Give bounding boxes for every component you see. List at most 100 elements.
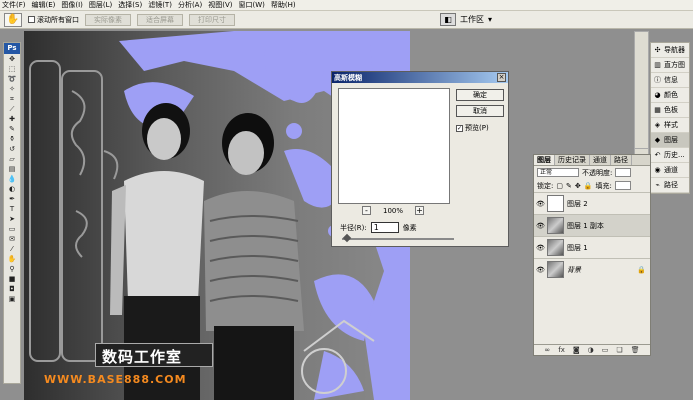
link-icon[interactable]: ∞ xyxy=(544,346,550,354)
clone-stamp-icon[interactable]: ⚱ xyxy=(4,134,20,144)
magic-wand-icon[interactable]: ✧ xyxy=(4,84,20,94)
notes-tool-icon[interactable]: ✉ xyxy=(4,234,20,244)
panel-info[interactable]: ⓘ 信息 xyxy=(651,73,689,88)
menu-file[interactable]: 文件(F) xyxy=(2,0,26,10)
tab-layers[interactable]: 图层 xyxy=(534,155,555,165)
pen-tool-icon[interactable]: ✒ xyxy=(4,194,20,204)
screen-mode-icon[interactable]: ▣ xyxy=(4,294,20,304)
tab-paths[interactable]: 路径 xyxy=(611,155,632,165)
eye-icon[interactable]: 👁 xyxy=(536,200,545,208)
styles-icon: ◈ xyxy=(654,120,661,129)
menu-view[interactable]: 视图(V) xyxy=(208,0,232,10)
radius-slider[interactable] xyxy=(342,233,454,243)
checkbox-box[interactable] xyxy=(28,16,35,23)
fx-icon[interactable]: fx xyxy=(558,346,565,354)
dialog-title-bar[interactable]: 高斯模糊 × xyxy=(332,72,508,83)
print-size-button[interactable]: 打印尺寸 xyxy=(189,13,235,26)
panel-navigator[interactable]: ✣ 导航器 xyxy=(651,43,689,58)
brush-tool-icon[interactable]: ✎ xyxy=(4,124,20,134)
lock-label: 锁定: xyxy=(537,181,554,190)
lock-move-icon[interactable]: ✥ xyxy=(575,182,581,190)
move-tool-icon[interactable]: ✥ xyxy=(4,54,20,64)
tool-preset-picker[interactable]: ✋ xyxy=(4,12,22,27)
tab-history[interactable]: 历史记录 xyxy=(555,155,590,165)
lock-pixels-icon[interactable]: ▢ xyxy=(556,182,563,190)
options-bar: ✋ 滚动所有窗口 实际像素 适合屏幕 打印尺寸 xyxy=(0,11,693,29)
menu-filter[interactable]: 滤镜(T) xyxy=(148,0,172,10)
collapsed-panel-strip[interactable] xyxy=(634,31,649,151)
folder-icon[interactable]: ▭ xyxy=(602,346,609,354)
opacity-input[interactable] xyxy=(615,168,632,177)
toolbox: Ps ✥ ⬚ ➰ ✧ ⌗ ⟋ ✚ ✎ ⚱ ↺ ▱ ▤ 💧 ◐ ✒ T ➤ ▭ ✉… xyxy=(3,42,21,384)
panel-label: 图层 xyxy=(664,136,678,144)
panel-history[interactable]: ↶ 历史... xyxy=(651,148,689,163)
slider-handle[interactable] xyxy=(342,233,352,243)
checkmark-icon[interactable]: ✓ xyxy=(456,124,463,132)
filter-preview[interactable] xyxy=(338,88,450,204)
tab-channels[interactable]: 通道 xyxy=(590,155,611,165)
panel-paths[interactable]: ⌁ 路径 xyxy=(651,178,689,193)
blend-mode-select[interactable]: 正常 xyxy=(537,168,579,177)
path-select-icon[interactable]: ➤ xyxy=(4,214,20,224)
layer-row[interactable]: 👁 图层 1 副本 xyxy=(534,214,650,236)
close-icon[interactable]: × xyxy=(497,73,506,82)
layer-row[interactable]: 👁 图层 2 xyxy=(534,192,650,214)
fill-input[interactable] xyxy=(614,181,631,190)
fit-screen-button[interactable]: 适合屏幕 xyxy=(137,13,183,26)
zoom-tool-icon[interactable]: ⚲ xyxy=(4,264,20,274)
panel-label: 路径 xyxy=(664,181,678,189)
shape-tool-icon[interactable]: ▭ xyxy=(4,224,20,234)
menu-help[interactable]: 帮助(H) xyxy=(271,0,296,10)
healing-brush-icon[interactable]: ✚ xyxy=(4,114,20,124)
panel-styles[interactable]: ◈ 样式 xyxy=(651,118,689,133)
ok-button[interactable]: 确定 xyxy=(456,89,504,101)
cancel-button[interactable]: 取消 xyxy=(456,105,504,117)
quick-mask-icon[interactable]: ◘ xyxy=(4,284,20,294)
gradient-tool-icon[interactable]: ▤ xyxy=(4,164,20,174)
workspace-switcher[interactable]: ◧ 工作区 ▾ xyxy=(440,13,492,26)
eyedropper-icon[interactable]: ⁄ xyxy=(4,244,20,254)
crop-tool-icon[interactable]: ⌗ xyxy=(4,94,20,104)
eye-icon[interactable]: 👁 xyxy=(536,266,545,274)
slice-tool-icon[interactable]: ⟋ xyxy=(4,104,20,114)
eye-icon[interactable]: 👁 xyxy=(536,222,545,230)
eraser-tool-icon[interactable]: ▱ xyxy=(4,154,20,164)
fill-label: 填充: xyxy=(595,181,612,190)
menu-image[interactable]: 图像(I) xyxy=(61,0,83,10)
trash-icon[interactable]: 🗑 xyxy=(631,346,640,354)
eye-icon[interactable]: 👁 xyxy=(536,244,545,252)
menu-select[interactable]: 选择(S) xyxy=(118,0,142,10)
color-icon: ◕ xyxy=(654,90,661,99)
mask-icon[interactable]: ◙ xyxy=(573,346,580,354)
hand-tool-icon[interactable]: ✋ xyxy=(4,254,20,264)
panel-color[interactable]: ◕ 颜色 xyxy=(651,88,689,103)
menu-analysis[interactable]: 分析(A) xyxy=(178,0,202,10)
menu-edit[interactable]: 编辑(E) xyxy=(32,0,56,10)
history-brush-icon[interactable]: ↺ xyxy=(4,144,20,154)
radius-input[interactable]: 1 xyxy=(370,222,399,233)
adjustment-icon[interactable]: ◑ xyxy=(588,346,594,354)
panel-swatches[interactable]: ▦ 色板 xyxy=(651,103,689,118)
blur-tool-icon[interactable]: 💧 xyxy=(4,174,20,184)
panel-histogram[interactable]: ▥ 直方图 xyxy=(651,58,689,73)
lasso-tool-icon[interactable]: ➰ xyxy=(4,74,20,84)
zoom-in-button[interactable]: + xyxy=(415,206,425,215)
menu-window[interactable]: 窗口(W) xyxy=(238,0,264,10)
zoom-out-button[interactable]: - xyxy=(362,206,371,215)
layer-row[interactable]: 👁 背景 🔒 xyxy=(534,258,650,280)
actual-pixels-button[interactable]: 实际像素 xyxy=(85,13,131,26)
panel-channels[interactable]: ◉ 通道 xyxy=(651,163,689,178)
layer-row[interactable]: 👁 图层 1 xyxy=(534,236,650,258)
type-tool-icon[interactable]: T xyxy=(4,204,20,214)
marquee-tool-icon[interactable]: ⬚ xyxy=(4,64,20,74)
preview-checkbox[interactable]: ✓ 预览(P) xyxy=(456,123,489,133)
lock-all-icon[interactable]: 🔒 xyxy=(584,182,593,190)
color-swatch-icon[interactable]: ■ xyxy=(4,274,20,284)
scroll-all-checkbox[interactable]: 滚动所有窗口 xyxy=(28,15,79,25)
dodge-tool-icon[interactable]: ◐ xyxy=(4,184,20,194)
menu-layer[interactable]: 图层(L) xyxy=(89,0,112,10)
lock-paint-icon[interactable]: ✎ xyxy=(566,182,572,190)
panel-layers[interactable]: ◆ 图层 xyxy=(651,133,689,148)
new-layer-icon[interactable]: ❏ xyxy=(616,346,622,354)
gaussian-blur-dialog: 高斯模糊 × - 100% + 确定 取消 ✓ 预览(P) 半径(R): 1 像… xyxy=(331,71,509,247)
